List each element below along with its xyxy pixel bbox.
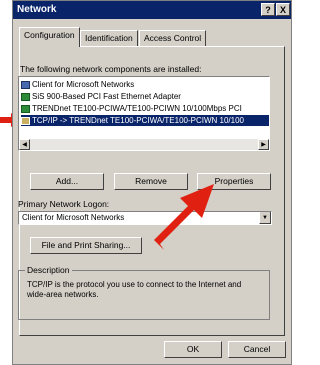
scroll-right-icon[interactable]: ▶: [258, 139, 269, 150]
title-bar: Network ? X: [13, 1, 291, 19]
ok-button[interactable]: OK: [164, 341, 222, 358]
add-button[interactable]: Add...: [30, 173, 104, 190]
network-adapter-icon: [21, 92, 30, 101]
primary-logon-label: Primary Network Logon:: [18, 199, 110, 209]
description-title: Description: [25, 265, 72, 275]
window-title: Network: [17, 4, 57, 15]
primary-logon-value: Client for Microsoft Networks: [22, 213, 125, 222]
network-adapter-icon: [21, 104, 30, 113]
components-list[interactable]: Client for Microsoft Networks SiS 900-Ba…: [18, 76, 270, 151]
description-group: Description TCP/IP is the protocol you u…: [18, 265, 270, 320]
list-item-selected[interactable]: TCP/IP -> TRENDnet TE100-PCIWA/TE100-PCI…: [21, 115, 269, 126]
tab-identification[interactable]: Identification: [80, 30, 138, 46]
help-button[interactable]: ?: [261, 3, 275, 16]
tab-access-control[interactable]: Access Control: [139, 30, 207, 46]
protocol-icon: [21, 116, 30, 125]
client-icon: [21, 80, 30, 89]
horizontal-scrollbar[interactable]: ◀ ▶: [19, 139, 269, 150]
scroll-left-icon[interactable]: ◀: [19, 139, 30, 150]
chevron-down-icon[interactable]: ▼: [259, 212, 271, 224]
list-item[interactable]: TRENDnet TE100-PCIWA/TE100-PCIWN 10/100M…: [21, 103, 269, 114]
description-text: TCP/IP is the protocol you use to connec…: [27, 280, 242, 299]
close-button[interactable]: X: [276, 3, 290, 16]
cancel-button[interactable]: Cancel: [228, 341, 286, 358]
components-label: The following network components are ins…: [20, 64, 202, 74]
list-item[interactable]: Client for Microsoft Networks: [21, 79, 269, 90]
primary-logon-select[interactable]: Client for Microsoft Networks ▼: [18, 211, 272, 225]
tab-configuration[interactable]: Configuration: [19, 27, 80, 47]
annotation-arrow-properties: [154, 184, 214, 250]
list-item[interactable]: SiS 900-Based PCI Fast Ethernet Adapter: [21, 91, 269, 102]
file-print-sharing-button[interactable]: File and Print Sharing...: [30, 237, 142, 254]
